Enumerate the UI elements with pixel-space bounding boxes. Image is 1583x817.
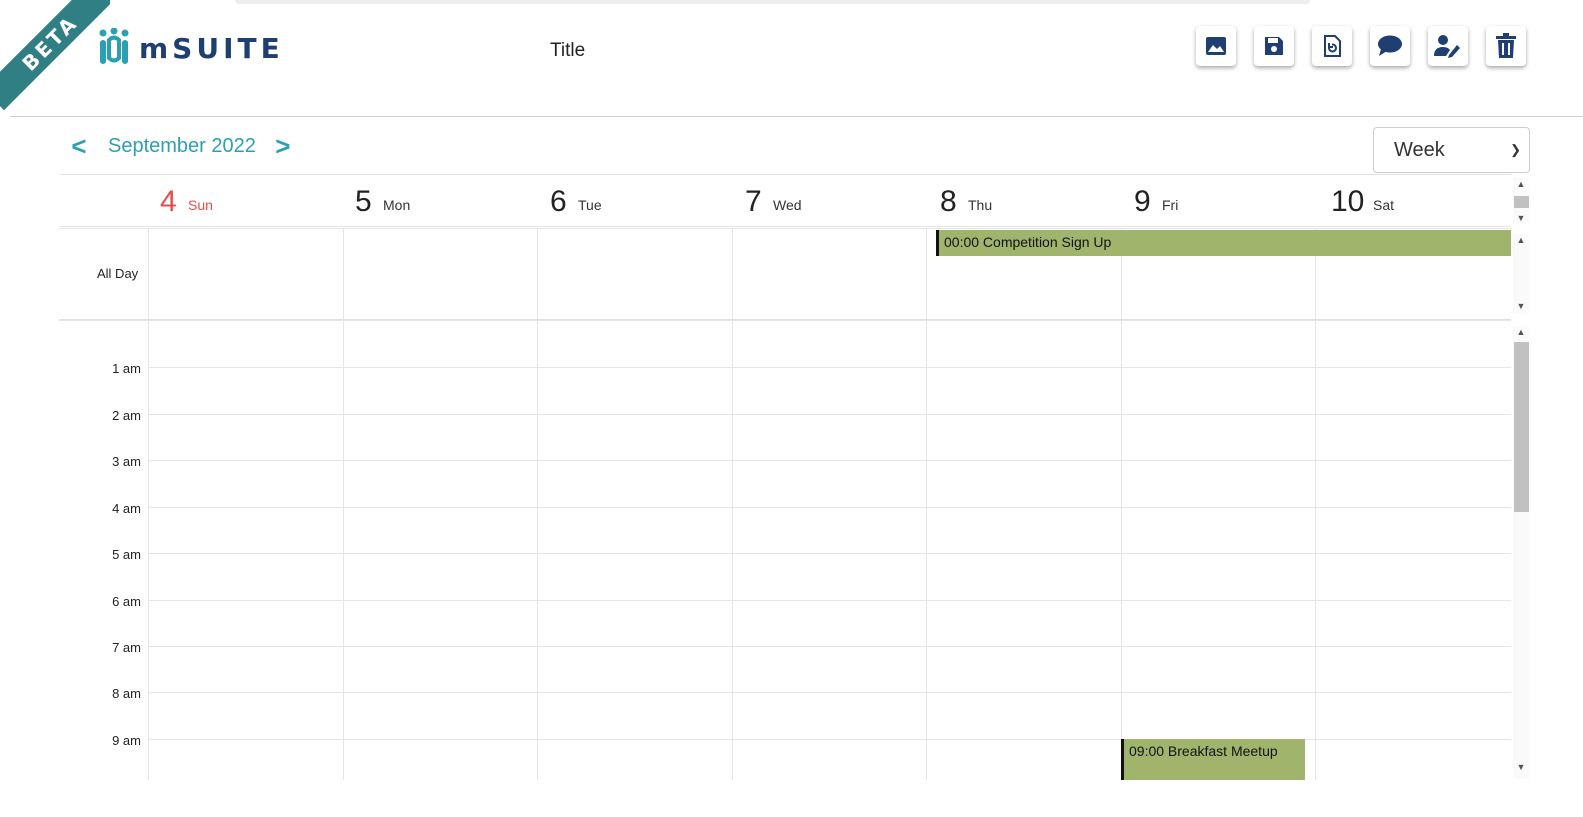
hour-label: 7 am (112, 640, 141, 655)
scroll-down-arrow[interactable]: ▼ (1513, 300, 1529, 312)
day-number: 9 (1134, 185, 1151, 218)
hour-label: 9 am (112, 733, 141, 748)
hour-line (148, 507, 1511, 508)
event-competition-sign-up[interactable]: 00:00 Competition Sign Up (936, 230, 1511, 256)
day-number: 4 (160, 185, 177, 218)
image-button[interactable] (1196, 26, 1236, 66)
chevron-down-icon: ❯ (1510, 142, 1521, 157)
prev-month-button[interactable]: < (66, 131, 92, 161)
app-logo[interactable]: mSUITE (97, 28, 284, 68)
calendar-nav: < September 2022 > (66, 131, 296, 161)
hour-label: 5 am (112, 547, 141, 562)
hour-line (148, 553, 1511, 554)
day-header-row: 4 Sun 5 Mon 6 Tue 7 Wed 8 Thu 9 Fri 10 S… (59, 174, 1511, 227)
image-icon (1206, 37, 1226, 55)
logo-text: mSUITE (139, 31, 284, 65)
day-number: 7 (745, 185, 762, 218)
beta-ribbon: BETA (0, 0, 110, 110)
day-number: 5 (355, 185, 372, 218)
column-divider (1315, 321, 1316, 780)
hour-label: 1 am (112, 361, 141, 376)
hour-line (148, 600, 1511, 601)
column-divider (732, 321, 733, 780)
time-grid-scrollbar[interactable]: ▲ ▼ (1513, 326, 1529, 779)
day-name: Fri (1162, 197, 1179, 213)
header-scrollbar[interactable]: ▲ ▼ (1513, 178, 1529, 224)
day-number: 10 (1331, 185, 1365, 218)
day-name: Wed (773, 197, 802, 213)
column-divider (148, 321, 149, 780)
time-grid: 1 am 2 am 3 am 4 am 5 am 6 am 7 am 8 am … (59, 320, 1511, 780)
delete-button[interactable] (1486, 26, 1526, 66)
comment-button[interactable] (1370, 26, 1410, 66)
hour-label: 6 am (112, 594, 141, 609)
view-select-value: Week (1394, 139, 1445, 161)
column-divider (148, 229, 149, 319)
hour-label: 3 am (112, 454, 141, 469)
hour-line (148, 692, 1511, 693)
event-breakfast-meetup[interactable]: 09:00 Breakfast Meetup (1121, 739, 1305, 780)
column-divider (926, 229, 927, 319)
day-name: Sun (188, 197, 213, 213)
scrollbar-thumb[interactable] (1514, 196, 1529, 208)
column-divider (537, 229, 538, 319)
hour-label: 4 am (112, 501, 141, 516)
all-day-row: All Day 00:00 Competition Sign Up (59, 228, 1511, 321)
column-divider (732, 229, 733, 319)
day-name: Tue (578, 197, 602, 213)
column-divider (537, 321, 538, 780)
scroll-down-arrow[interactable]: ▼ (1513, 761, 1529, 773)
day-number: 6 (550, 185, 567, 218)
month-label: September 2022 (108, 134, 256, 157)
browser-top-edge (235, 0, 1310, 4)
day-name: Sat (1373, 197, 1395, 213)
edit-user-button[interactable] (1428, 26, 1468, 66)
hour-label: 8 am (112, 686, 141, 701)
column-divider (926, 321, 927, 780)
all-day-label: All Day (97, 266, 139, 281)
day-number: 8 (940, 185, 957, 218)
user-edit-icon (1434, 35, 1460, 58)
header-divider (10, 116, 1583, 117)
hour-line (148, 460, 1511, 461)
day-name: Mon (383, 197, 411, 213)
file-refresh-icon (1324, 35, 1341, 57)
hour-line (148, 367, 1511, 368)
beta-corner: BETA (0, 0, 110, 110)
all-day-scrollbar[interactable]: ▲ ▼ (1513, 234, 1529, 314)
save-button[interactable] (1254, 26, 1294, 66)
hour-line (148, 414, 1511, 415)
column-divider (1121, 321, 1122, 780)
next-month-button[interactable]: > (270, 131, 296, 161)
floppy-disk-icon (1265, 37, 1283, 55)
hour-line (148, 646, 1511, 647)
hour-label: 2 am (112, 408, 141, 423)
scroll-up-arrow[interactable]: ▲ (1513, 178, 1529, 190)
view-select[interactable]: Week ❯ (1373, 127, 1530, 173)
day-name: Thu (968, 197, 993, 213)
restore-button[interactable] (1312, 26, 1352, 66)
trash-icon (1496, 33, 1516, 58)
scroll-up-arrow[interactable]: ▲ (1513, 326, 1529, 338)
column-divider (343, 229, 344, 319)
column-divider (343, 321, 344, 780)
week-calendar: 4 Sun 5 Mon 6 Tue 7 Wed 8 Thu 9 Fri 10 S… (59, 174, 1531, 780)
msuite-logo-icon (99, 28, 129, 64)
scroll-down-arrow[interactable]: ▼ (1513, 212, 1529, 224)
scrollbar-thumb[interactable] (1514, 342, 1529, 512)
hour-line (148, 739, 1511, 740)
speech-bubble-icon (1378, 35, 1402, 56)
scroll-up-arrow[interactable]: ▲ (1513, 234, 1529, 246)
document-title[interactable]: Title (550, 40, 585, 62)
toolbar (1196, 26, 1526, 66)
